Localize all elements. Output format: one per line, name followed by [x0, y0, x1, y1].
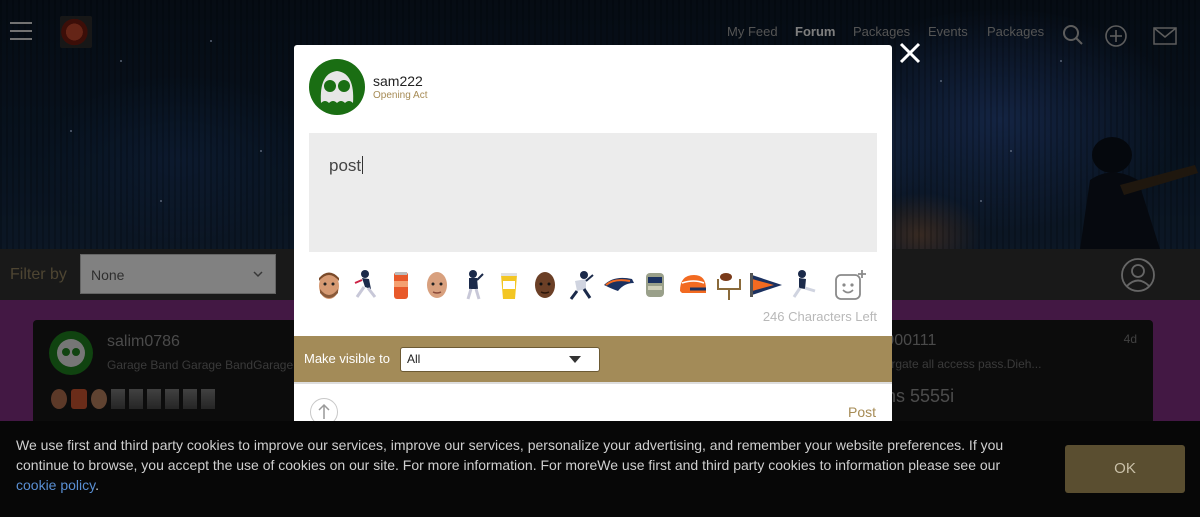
visibility-bar: Make visible to All — [294, 336, 892, 382]
cookie-text: We use first and third party cookies to … — [16, 437, 1004, 473]
pennant-icon[interactable] — [750, 269, 784, 301]
close-icon[interactable] — [897, 40, 923, 66]
composer-username: sam222 — [373, 73, 423, 89]
cookie-banner: We use first and third party cookies to … — [0, 421, 1200, 517]
player-catch-icon[interactable] — [566, 269, 596, 301]
chevron-down-icon — [569, 356, 581, 363]
cup-icon[interactable] — [494, 269, 524, 301]
cookie-suffix: . — [95, 477, 100, 493]
avatar — [309, 59, 365, 115]
post-text-wrapper: post — [329, 156, 364, 176]
cookie-ok-button[interactable]: OK — [1065, 445, 1185, 493]
can-icon[interactable] — [386, 269, 416, 301]
divider — [294, 382, 892, 384]
characters-left: 246 Characters Left — [762, 309, 877, 324]
cookie-text-wrapper: We use first and third party cookies to … — [16, 435, 1016, 495]
visibility-value: All — [407, 352, 421, 366]
cookie-policy-link[interactable]: cookie policy — [16, 477, 95, 493]
face-beard-icon[interactable] — [314, 269, 344, 301]
visibility-select[interactable]: All — [400, 347, 600, 372]
visibility-label: Make visible to — [304, 351, 390, 366]
text-cursor — [362, 156, 364, 174]
player-kick-icon[interactable] — [788, 269, 818, 301]
post-composer-modal: sam222 Opening Act post 246 Characters L… — [294, 45, 892, 440]
composer-user-role: Opening Act — [373, 90, 428, 101]
post-textarea[interactable]: post — [309, 133, 877, 252]
post-text: post — [329, 156, 362, 175]
broncos-logo-icon[interactable] — [602, 269, 636, 301]
player-throwing-icon[interactable] — [458, 269, 488, 301]
post-button[interactable]: Post — [848, 404, 876, 420]
ghost-icon — [320, 71, 354, 103]
trophy-icon[interactable] — [640, 269, 670, 301]
player-running-icon[interactable] — [350, 269, 380, 301]
helmet-icon[interactable] — [676, 269, 708, 301]
add-sticker-icon[interactable] — [834, 269, 868, 301]
face-bald-icon[interactable] — [422, 269, 452, 301]
goalpost-icon[interactable] — [714, 269, 744, 301]
face-dark-icon[interactable] — [530, 269, 560, 301]
